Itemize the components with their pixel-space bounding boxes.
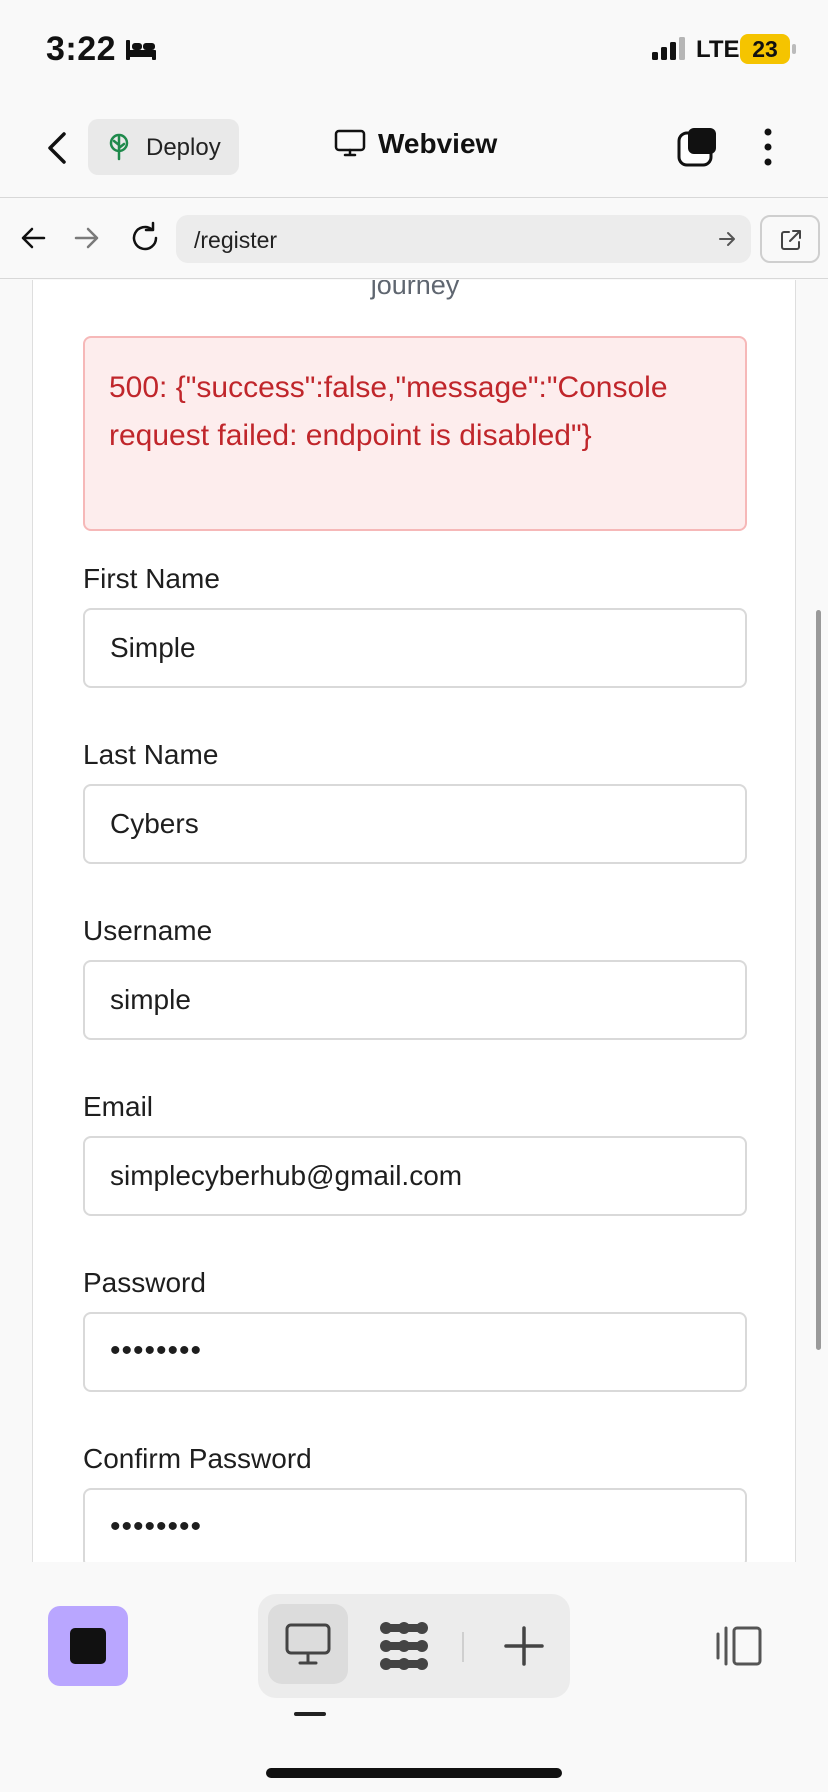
- password-value: ••••••••: [110, 1334, 203, 1367]
- app-header: Deploy Webview: [0, 100, 828, 198]
- agents-grid-icon[interactable]: [378, 1620, 430, 1672]
- email-value: simplecyberhub@gmail.com: [110, 1160, 463, 1191]
- battery-indicator: 23: [740, 34, 790, 64]
- cellular-signal-icon: [652, 37, 685, 60]
- first-name-label: First Name: [83, 563, 220, 594]
- side-panel-icon[interactable]: [712, 1624, 764, 1668]
- page-title: Webview: [378, 128, 498, 159]
- webview-title: Webview: [334, 128, 497, 163]
- password-label: Password: [83, 1267, 206, 1298]
- last-name-value: Cybers: [110, 808, 199, 839]
- register-card: journey 500: {"success":false,"message":…: [32, 280, 796, 1562]
- browser-forward-icon[interactable]: [72, 221, 102, 255]
- first-name-input[interactable]: Simple: [83, 608, 747, 688]
- back-chevron-icon[interactable]: [40, 128, 76, 168]
- first-name-value: Simple: [110, 632, 196, 663]
- status-bar: 3:22 LTE 23: [0, 0, 828, 100]
- reload-icon[interactable]: [128, 221, 162, 255]
- home-indicator: [266, 1768, 562, 1778]
- confirm-password-input[interactable]: ••••••••: [83, 1488, 747, 1562]
- desktop-monitor-icon: [285, 1623, 331, 1665]
- email-input[interactable]: simplecyberhub@gmail.com: [83, 1136, 747, 1216]
- stop-icon: [70, 1628, 106, 1664]
- last-name-label: Last Name: [83, 739, 219, 770]
- confirm-password-label: Confirm Password: [83, 1443, 312, 1474]
- add-icon[interactable]: [498, 1620, 550, 1672]
- url-bar: /register: [0, 199, 828, 279]
- monitor-icon: [334, 129, 366, 157]
- desktop-view-button[interactable]: [268, 1604, 348, 1684]
- url-text: /register: [194, 227, 278, 253]
- username-value: simple: [110, 984, 191, 1015]
- error-alert: 500: {"success":false,"message":"Console…: [83, 336, 747, 531]
- email-label: Email: [83, 1091, 154, 1122]
- tabs-switcher-icon[interactable]: [676, 126, 718, 168]
- password-input[interactable]: ••••••••: [83, 1312, 747, 1392]
- view-switcher: [258, 1594, 570, 1698]
- segment-divider: [462, 1632, 464, 1662]
- network-type: LTE: [696, 36, 740, 63]
- confirm-password-value: ••••••••: [110, 1510, 203, 1543]
- subtitle-text: journey: [370, 280, 460, 300]
- open-external-button[interactable]: [760, 215, 820, 263]
- page-scrollbar[interactable]: [816, 610, 821, 1350]
- battery-cap: [792, 44, 796, 54]
- external-link-icon: [781, 230, 801, 250]
- username-label: Username: [83, 915, 213, 946]
- username-input[interactable]: simple: [83, 960, 747, 1040]
- deploy-button[interactable]: Deploy: [88, 119, 239, 175]
- error-message: 500: {"success":false,"message":"Console…: [109, 371, 668, 452]
- more-options-icon[interactable]: [756, 126, 780, 168]
- active-view-indicator: [294, 1712, 326, 1716]
- deploy-tree-icon: [109, 133, 129, 161]
- url-input[interactable]: /register: [176, 215, 751, 263]
- webview-content: journey 500: {"success":false,"message":…: [0, 280, 828, 1562]
- go-arrow-icon[interactable]: [717, 229, 737, 249]
- bottom-toolbar: [0, 1562, 828, 1792]
- sleep-focus-icon: [126, 40, 156, 60]
- browser-back-icon[interactable]: [18, 221, 48, 255]
- stop-button[interactable]: [48, 1606, 128, 1686]
- clock: 3:22: [46, 30, 117, 68]
- last-name-input[interactable]: Cybers: [83, 784, 747, 864]
- deploy-label: Deploy: [146, 134, 221, 161]
